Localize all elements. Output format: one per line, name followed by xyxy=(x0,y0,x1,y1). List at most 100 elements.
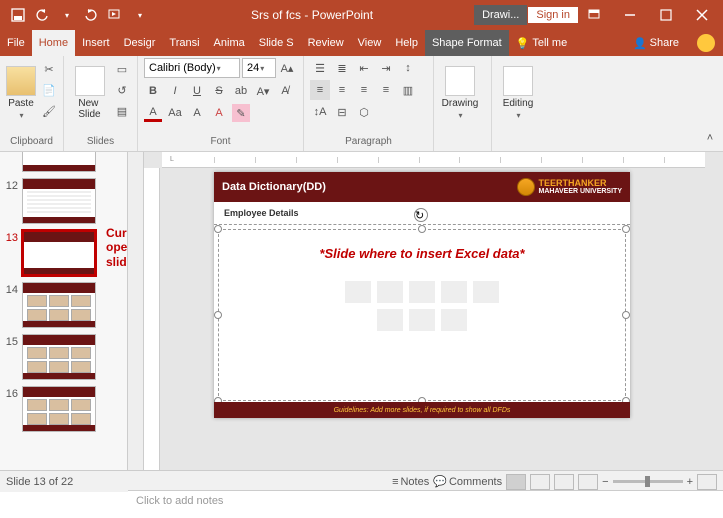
fit-to-window-button[interactable] xyxy=(697,474,717,490)
new-slide-button[interactable]: New Slide xyxy=(70,58,109,128)
font-name-selector[interactable]: Calibri (Body)▾ xyxy=(144,58,240,78)
undo-icon[interactable] xyxy=(32,5,52,25)
resize-handle[interactable] xyxy=(622,311,630,319)
align-text-button[interactable]: ⊟ xyxy=(332,102,352,122)
undo-dropdown-icon[interactable]: ▾ xyxy=(57,5,77,25)
align-center-button[interactable]: ≡ xyxy=(332,80,352,100)
tab-review[interactable]: Review xyxy=(301,30,351,56)
clear-format-icon[interactable]: A̸ xyxy=(276,82,294,100)
tab-design[interactable]: Desigr xyxy=(117,30,163,56)
indent-right-button[interactable]: ⇥ xyxy=(376,58,396,78)
shadow-button[interactable]: ab xyxy=(232,82,250,100)
resize-handle[interactable] xyxy=(214,311,222,319)
slide-thumb-12[interactable] xyxy=(22,178,96,224)
content-placeholder[interactable]: *Slide where to insert Excel data* xyxy=(218,229,626,401)
section-icon[interactable]: ▤ xyxy=(113,102,131,120)
minimize-icon[interactable] xyxy=(615,0,645,30)
insert-picture-icon[interactable] xyxy=(473,281,499,303)
drawing-tools-tab[interactable]: Drawi... xyxy=(474,5,527,25)
redo-icon[interactable] xyxy=(81,5,101,25)
slide-thumb-11[interactable] xyxy=(22,152,96,172)
highlight-button[interactable]: A xyxy=(210,104,228,122)
font-size-selector[interactable]: 24▾ xyxy=(242,58,276,78)
justify-button[interactable]: ≡ xyxy=(376,80,396,100)
tab-file[interactable]: File xyxy=(0,30,32,56)
layout-icon[interactable]: ▭ xyxy=(113,60,131,78)
tab-animations[interactable]: Anima xyxy=(207,30,252,56)
strikethrough-button[interactable]: S xyxy=(210,82,228,100)
rotate-handle-icon[interactable]: ↻ xyxy=(414,208,428,222)
share-button[interactable]: 👤Share xyxy=(625,37,687,50)
copy-icon[interactable]: 📄 xyxy=(40,81,58,99)
start-from-beginning-icon[interactable] xyxy=(105,5,125,25)
italic-button[interactable]: I xyxy=(166,82,184,100)
align-right-button[interactable]: ≡ xyxy=(354,80,374,100)
slide-thumb-13[interactable] xyxy=(22,230,96,276)
line-spacing-button[interactable]: ↕ xyxy=(398,58,418,78)
feedback-icon[interactable] xyxy=(697,34,715,52)
insert-3d-icon[interactable] xyxy=(441,281,467,303)
bullets-button[interactable]: ☰ xyxy=(310,58,330,78)
cut-icon[interactable]: ✂ xyxy=(40,60,58,78)
slide-thumb-15[interactable] xyxy=(22,334,96,380)
smartart-button[interactable]: ⬡ xyxy=(354,102,374,122)
resize-handle[interactable] xyxy=(622,225,630,233)
highlight2-button[interactable]: ✎ xyxy=(232,104,250,122)
text-direction-button[interactable]: ↕A xyxy=(310,102,330,122)
tab-home[interactable]: Home xyxy=(32,30,75,56)
ribbon-options-icon[interactable] xyxy=(579,0,609,30)
resize-handle[interactable] xyxy=(418,225,426,233)
maximize-icon[interactable] xyxy=(651,0,681,30)
normal-view-button[interactable] xyxy=(506,474,526,490)
slide-thumbnails-panel[interactable]: 12 13 Currently opened slide 14 15 16 xyxy=(0,152,128,470)
insert-table-icon[interactable] xyxy=(345,281,371,303)
resize-handle[interactable] xyxy=(214,225,222,233)
tab-view[interactable]: View xyxy=(351,30,389,56)
zoom-in-button[interactable]: + xyxy=(687,476,693,488)
underline-button[interactable]: U xyxy=(188,82,206,100)
format-painter-icon[interactable]: 🖌 xyxy=(40,102,58,120)
indent-left-button[interactable]: ⇤ xyxy=(354,58,374,78)
char-spacing-button[interactable]: Aa xyxy=(166,104,184,122)
reset-icon[interactable]: ↺ xyxy=(113,81,131,99)
slide-counter[interactable]: Slide 13 of 22 xyxy=(6,476,73,488)
grow-font-icon[interactable]: A▴ xyxy=(278,59,296,77)
numbering-button[interactable]: ≣ xyxy=(332,58,352,78)
paste-button[interactable]: Paste ▾ xyxy=(6,58,36,128)
close-icon[interactable] xyxy=(687,0,717,30)
font-color-button[interactable]: A xyxy=(144,104,162,122)
tab-shape-format[interactable]: Shape Format xyxy=(425,30,509,56)
sign-in-button[interactable]: Sign in xyxy=(527,6,579,24)
comments-toggle[interactable]: 💬 Comments xyxy=(433,475,502,488)
insert-icon-icon[interactable] xyxy=(441,309,467,331)
slide-thumb-14[interactable] xyxy=(22,282,96,328)
insert-chart-icon[interactable] xyxy=(377,281,403,303)
zoom-out-button[interactable]: − xyxy=(602,476,608,488)
sorter-view-button[interactable] xyxy=(530,474,550,490)
notes-pane[interactable]: Click to add notes xyxy=(128,490,723,518)
tab-transitions[interactable]: Transi xyxy=(162,30,206,56)
reading-view-button[interactable] xyxy=(554,474,574,490)
collapse-ribbon-icon[interactable]: ˄ xyxy=(701,129,719,147)
vertical-ruler[interactable] xyxy=(144,168,160,470)
drawing-button[interactable]: Drawing ▾ xyxy=(440,58,480,128)
notes-toggle[interactable]: ≡ Notes xyxy=(392,476,429,488)
insert-smartart-icon[interactable] xyxy=(409,281,435,303)
tab-slideshow[interactable]: Slide S xyxy=(252,30,301,56)
horizontal-ruler[interactable]: L xyxy=(162,152,705,168)
qat-customize-icon[interactable]: ▾ xyxy=(130,5,150,25)
bold-button[interactable]: B xyxy=(144,82,162,100)
insert-online-picture-icon[interactable] xyxy=(377,309,403,331)
align-left-button[interactable]: ≡ xyxy=(310,80,330,100)
tab-insert[interactable]: Insert xyxy=(75,30,117,56)
zoom-slider[interactable] xyxy=(613,480,683,483)
editing-button[interactable]: Editing ▾ xyxy=(498,58,538,128)
slide-thumb-16[interactable] xyxy=(22,386,96,432)
shrink-font-icon[interactable]: A▾ xyxy=(254,82,272,100)
slideshow-view-button[interactable] xyxy=(578,474,598,490)
insert-video-icon[interactable] xyxy=(409,309,435,331)
slide-canvas[interactable]: Data Dictionary(DD) TEERTHANKERMAHAVEER … xyxy=(214,172,630,418)
save-icon[interactable] xyxy=(8,5,28,25)
tab-help[interactable]: Help xyxy=(388,30,425,56)
change-case-button[interactable]: A xyxy=(188,104,206,122)
